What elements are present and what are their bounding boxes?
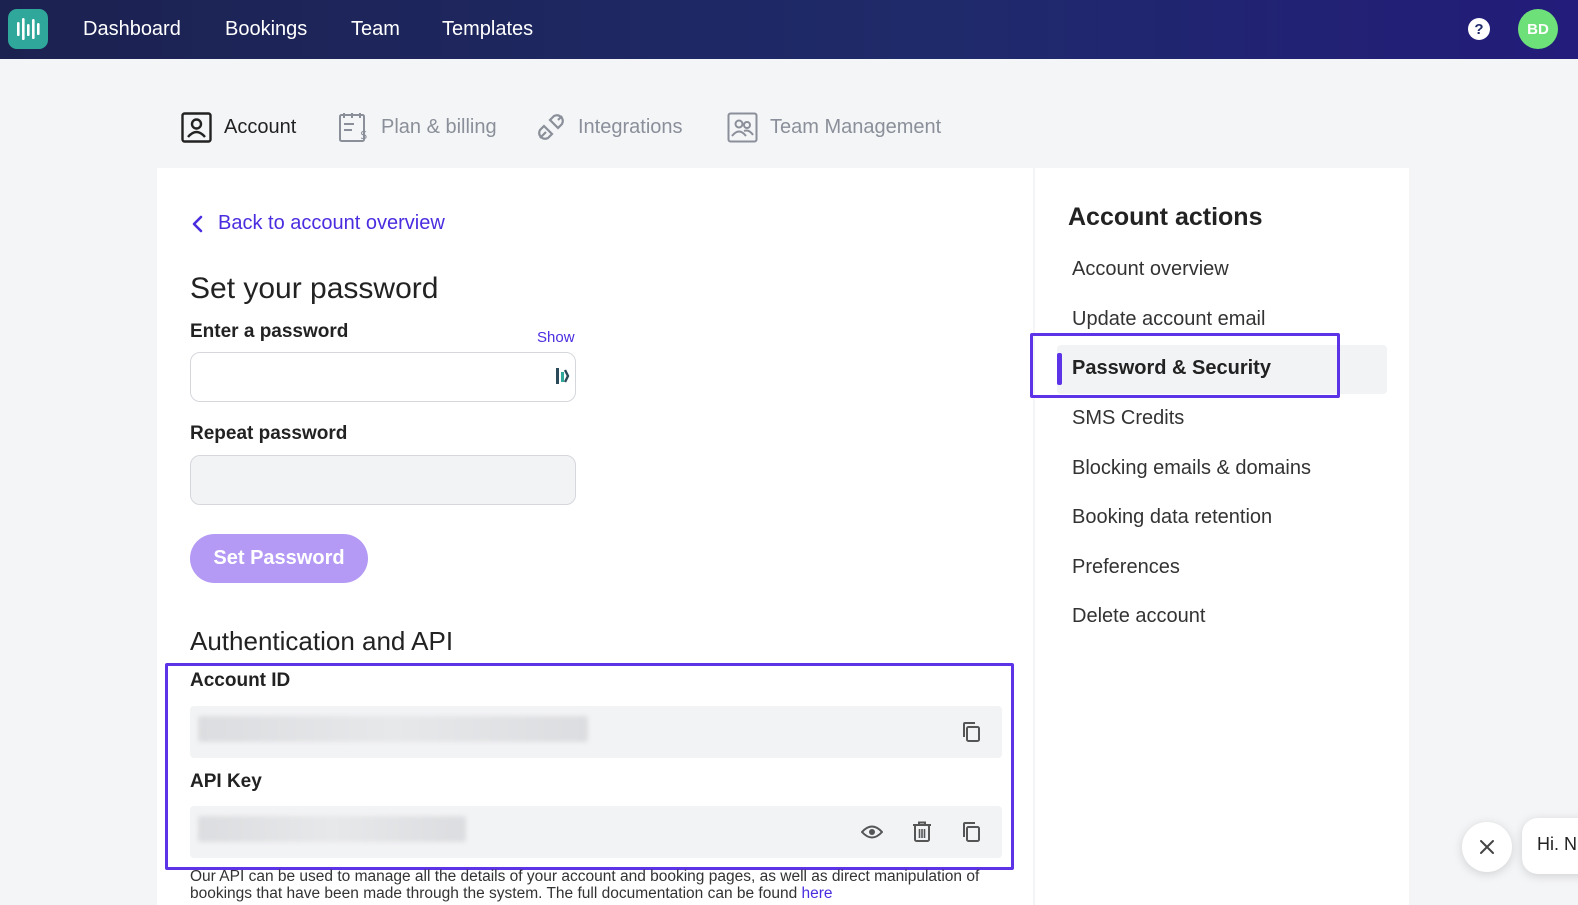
repeat-password-label: Repeat password	[190, 423, 348, 444]
help-icon[interactable]: ?	[1468, 18, 1490, 40]
api-description-text: Our API can be used to manage all the de…	[190, 868, 980, 902]
back-to-overview-link[interactable]: Back to account overview	[190, 212, 445, 235]
tab-team-management-label: Team Management	[770, 115, 942, 138]
side-item-sms-credits[interactable]: SMS Credits	[1072, 407, 1184, 430]
tab-integrations-label: Integrations	[578, 115, 683, 138]
plug-icon	[538, 114, 564, 140]
show-password-link[interactable]: Show	[537, 329, 575, 346]
chat-greeting-bubble[interactable]: Hi. N	[1522, 818, 1578, 874]
enter-password-label: Enter a password	[190, 321, 349, 342]
svg-text:$: $	[360, 128, 368, 142]
password-input[interactable]	[190, 352, 576, 402]
tab-account[interactable]: Account	[181, 110, 296, 144]
tab-integrations[interactable]: Integrations	[536, 110, 683, 144]
nav-bookings[interactable]: Bookings	[225, 17, 307, 41]
nav-dashboard[interactable]: Dashboard	[83, 17, 181, 41]
tab-team-management[interactable]: Team Management	[727, 110, 941, 144]
top-navigation-bar: Dashboard Bookings Team Templates ? BD	[0, 0, 1578, 59]
close-icon	[1480, 840, 1494, 854]
account-icon	[181, 111, 212, 143]
api-section-highlight	[165, 663, 1014, 870]
back-link-label: Back to account overview	[218, 212, 445, 234]
team-icon	[727, 112, 758, 142]
nav-team[interactable]: Team	[351, 17, 400, 41]
password-manager-icon[interactable]	[554, 366, 570, 391]
side-item-data-retention[interactable]: Booking data retention	[1072, 506, 1272, 529]
billing-icon: $	[339, 112, 368, 142]
api-docs-link[interactable]: here	[802, 885, 833, 902]
side-item-delete-account[interactable]: Delete account	[1072, 605, 1205, 628]
tab-account-label: Account	[224, 115, 297, 138]
tab-plan-billing[interactable]: $ Plan & billing	[338, 110, 497, 144]
side-item-preferences[interactable]: Preferences	[1072, 556, 1180, 579]
user-avatar[interactable]: BD	[1518, 9, 1558, 49]
side-item-account-overview[interactable]: Account overview	[1072, 258, 1229, 281]
api-description: Our API can be used to manage all the de…	[190, 868, 1010, 902]
auth-api-title: Authentication and API	[190, 626, 454, 656]
chat-greeting-text: Hi. N	[1537, 834, 1577, 854]
tab-plan-billing-label: Plan & billing	[381, 115, 497, 138]
chat-close-button[interactable]	[1462, 822, 1512, 872]
nav-templates[interactable]: Templates	[442, 17, 533, 41]
chevron-left-icon	[192, 215, 203, 232]
side-item-update-email[interactable]: Update account email	[1072, 308, 1265, 331]
side-item-blocking[interactable]: Blocking emails & domains	[1072, 457, 1311, 480]
account-actions-title: Account actions	[1068, 203, 1263, 231]
set-password-button[interactable]: Set Password	[190, 534, 368, 583]
side-item-highlight	[1030, 333, 1340, 398]
set-password-title: Set your password	[190, 272, 439, 305]
app-logo-icon[interactable]	[8, 9, 48, 49]
repeat-password-input[interactable]	[190, 455, 576, 505]
